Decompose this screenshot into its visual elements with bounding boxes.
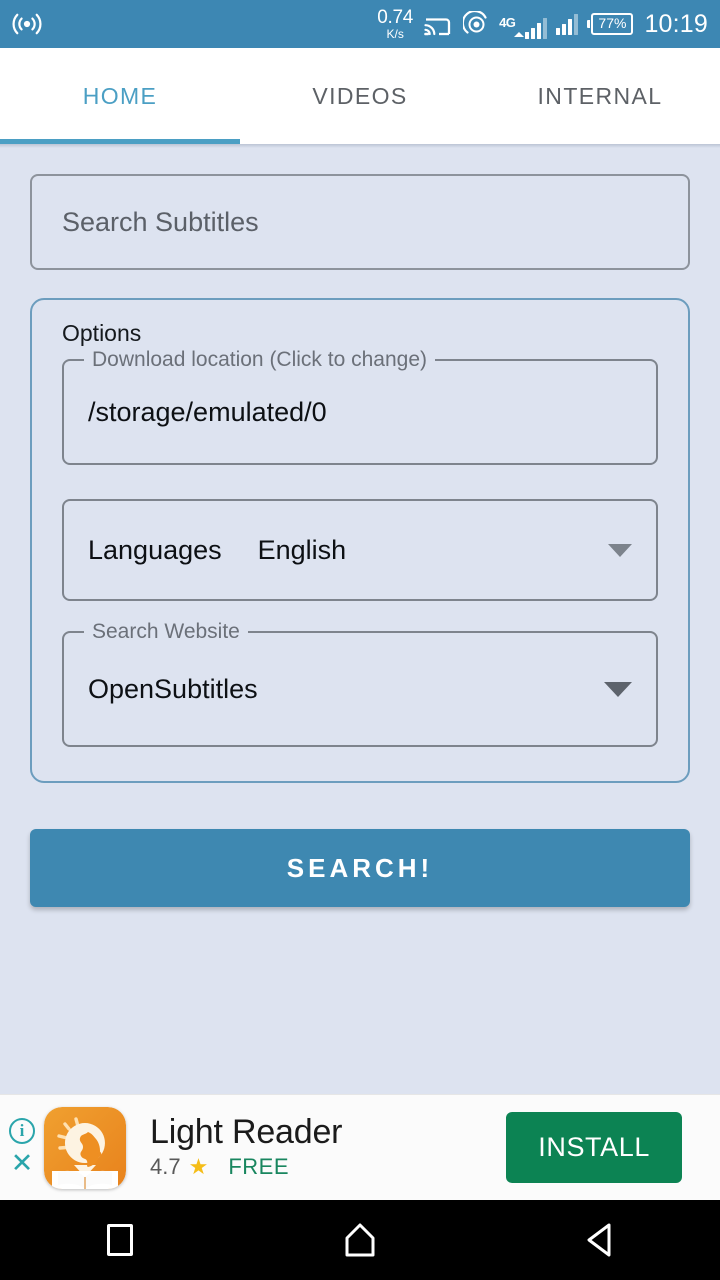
languages-dropdown[interactable]: Languages English [62,499,658,601]
nav-back-button[interactable] [480,1222,720,1258]
chevron-down-icon [608,543,632,557]
download-location-legend: Download location (Click to change) [84,348,436,372]
ad-price-label: FREE [228,1154,290,1180]
nav-home-button[interactable] [240,1222,480,1258]
broadcast-hotspot-icon [12,13,42,35]
battery-indicator: 77% [587,13,634,35]
signal-bars-primary [525,17,548,39]
main-content: Search Subtitles Options Download locati… [0,148,720,1088]
ad-controls: i ✕ [0,1118,44,1177]
home-icon [345,1223,375,1257]
recents-square-icon [107,1224,133,1256]
search-button[interactable]: SEARCH! [30,829,690,907]
languages-label: Languages [88,534,222,565]
tab-videos-label: VIDEOS [312,82,408,109]
status-bar-left [10,10,44,38]
android-nav-bar [0,1200,720,1280]
ad-banner: i ✕ Light Reader 4.7 ★ FREE INSTALL [0,1094,720,1200]
wifi-scan-icon [463,10,487,34]
ad-rating-value: 4.7 [150,1154,181,1180]
languages-value: English [257,534,347,565]
search-website-legend: Search Website [84,620,248,644]
ad-text-block: Light Reader 4.7 ★ FREE [150,1112,506,1181]
ad-app-title: Light Reader [150,1112,343,1151]
tab-videos[interactable]: VIDEOS [240,48,480,144]
tab-internal-label: INTERNAL [537,82,663,109]
tab-home-label: HOME [82,82,158,109]
back-triangle-icon [587,1223,611,1257]
download-location-field[interactable]: Download location (Click to change) /sto… [62,348,658,465]
battery-nub-icon [587,19,591,28]
network-speed-unit: K/s [386,27,404,41]
network-speed-value: 0.74 [377,7,414,28]
tab-bar: HOME VIDEOS INTERNAL [0,48,720,144]
download-location-value: /storage/emulated/0 [88,396,327,427]
light-reader-app-icon [44,1106,126,1189]
signal-bars-secondary [556,13,579,35]
mobile-signal-4g-icon: 4G [499,9,548,39]
star-icon: ★ [188,1154,209,1180]
tab-internal[interactable]: INTERNAL [480,48,720,144]
search-subtitles-placeholder: Search Subtitles [62,206,259,237]
tab-home[interactable]: HOME [0,48,240,144]
status-bar: 0.74 K/s 4G 77% 10:19 [0,0,720,48]
status-bar-clock: 10:19 [644,9,708,38]
cast-screen-icon [424,18,451,36]
ad-subline: 4.7 ★ FREE [150,1154,506,1180]
close-icon[interactable]: ✕ [11,1150,34,1177]
search-website-dropdown[interactable]: Search Website OpenSubtitles [62,620,658,747]
network-type-label: 4G [499,15,516,30]
info-icon[interactable]: i [9,1118,35,1144]
options-card-title: Options [62,320,142,346]
options-card: Options Download location (Click to chan… [30,298,690,783]
battery-level-label: 77% [591,13,634,35]
search-website-value: OpenSubtitles [88,673,258,704]
install-button[interactable]: INSTALL [506,1112,682,1183]
chevron-down-icon [604,681,632,697]
search-subtitles-input[interactable]: Search Subtitles [30,174,690,270]
nav-recents-button[interactable] [0,1224,240,1256]
network-speed-indicator: 0.74 K/s [377,8,413,40]
data-arrow-icon [514,32,525,37]
status-bar-right: 0.74 K/s 4G 77% 10:19 [377,8,708,40]
